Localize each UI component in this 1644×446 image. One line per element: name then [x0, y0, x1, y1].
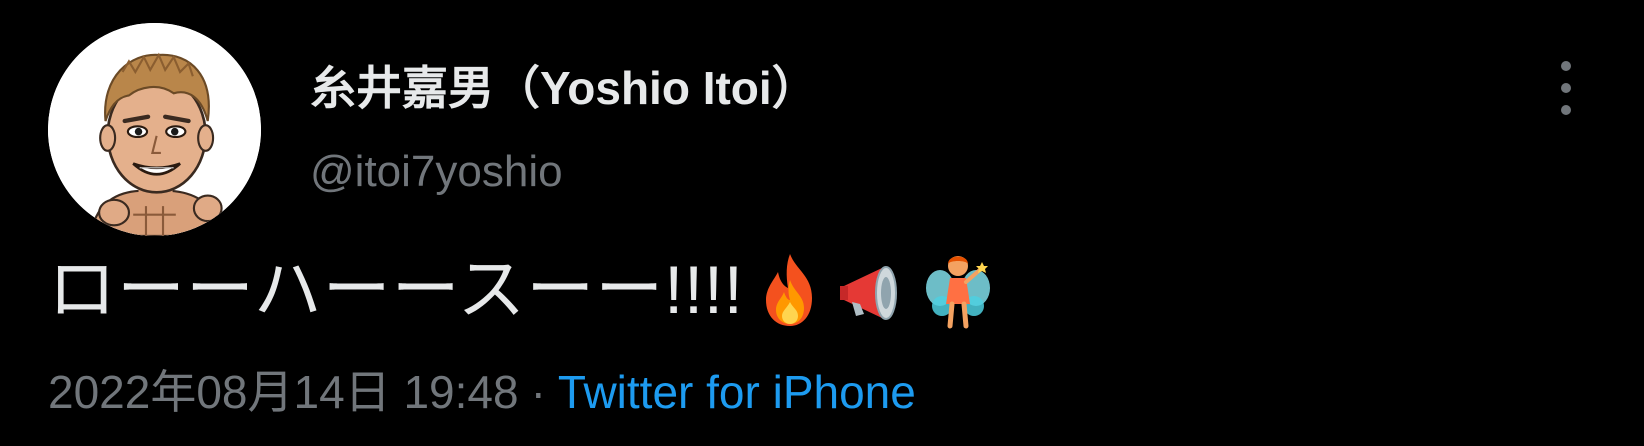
fairy-emoji-icon [920, 248, 996, 332]
user-display-name[interactable]: 糸井嘉男（Yoshio Itoi） [310, 60, 818, 116]
tweet-detail: 糸井嘉男（Yoshio Itoi） @itoi7yoshio ローーハーースーー… [0, 0, 1644, 446]
tweet-text: ローーハーースーー!!!! [48, 248, 996, 332]
tweet-source-link[interactable]: Twitter for iPhone [558, 366, 916, 418]
fire-emoji-icon [752, 248, 828, 332]
more-options-button[interactable] [1540, 56, 1592, 120]
cartoon-muscleman-avatar-icon [48, 23, 261, 236]
user-handle[interactable]: @itoi7yoshio [310, 144, 563, 200]
tweet-timestamp[interactable]: 2022年08月14日 19:48 [48, 366, 519, 418]
more-vertical-icon [1561, 61, 1571, 115]
tweet-meta: 2022年08月14日 19:48 · Twitter for iPhone [48, 362, 916, 422]
tweet-body-text: ローーハーースーー!!!! [48, 252, 744, 328]
user-avatar[interactable] [48, 23, 261, 236]
megaphone-emoji-icon [836, 248, 912, 332]
meta-separator: · [530, 366, 546, 418]
